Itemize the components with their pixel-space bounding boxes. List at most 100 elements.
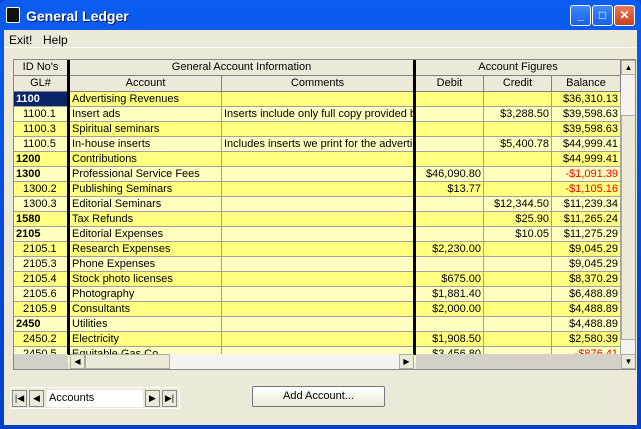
- cell-debit[interactable]: [416, 197, 484, 212]
- scroll-up-icon[interactable]: ▲: [621, 60, 635, 75]
- vertical-scrollbar[interactable]: ▲ ▼: [621, 60, 635, 369]
- cell-debit[interactable]: [416, 92, 484, 107]
- table-row[interactable]: 1200 Contributions $44,999.41: [14, 152, 621, 167]
- table-row[interactable]: 2105.3 Phone Expenses $9,045.29: [14, 257, 621, 272]
- cell-gl[interactable]: 1300.3: [14, 197, 68, 212]
- cell-comments[interactable]: [222, 182, 414, 197]
- cell-gl[interactable]: 1200: [14, 152, 68, 167]
- column-header-account[interactable]: Account: [70, 76, 222, 92]
- cell-balance[interactable]: $11,265.24: [552, 212, 621, 227]
- cell-balance[interactable]: $9,045.29: [552, 242, 621, 257]
- cell-debit[interactable]: [416, 227, 484, 242]
- cell-debit[interactable]: [416, 212, 484, 227]
- cell-gl[interactable]: 1100: [14, 92, 68, 107]
- cell-account[interactable]: In-house inserts: [70, 137, 222, 152]
- cell-credit[interactable]: [484, 242, 552, 257]
- cell-comments[interactable]: [222, 227, 414, 242]
- table-row[interactable]: 1300.2 Publishing Seminars $13.77 -$1,105.1…: [14, 182, 621, 197]
- cell-debit[interactable]: [416, 107, 484, 122]
- scroll-left-icon[interactable]: ◀: [70, 354, 85, 369]
- prev-record-icon[interactable]: ◀: [29, 390, 44, 407]
- cell-gl[interactable]: 1300.2: [14, 182, 68, 197]
- cell-debit[interactable]: $2,000.00: [416, 302, 484, 317]
- cell-gl[interactable]: 1300: [14, 167, 68, 182]
- table-row[interactable]: 1100.1 Insert ads Inserts include only ful…: [14, 107, 621, 122]
- cell-account[interactable]: Insert ads: [70, 107, 222, 122]
- horizontal-scrollbar-left[interactable]: ◀ ▶: [70, 354, 414, 369]
- cell-comments[interactable]: Includes inserts we print for the advert…: [222, 137, 414, 152]
- cell-balance[interactable]: $6,488.89: [552, 287, 621, 302]
- cell-account[interactable]: Professional Service Fees: [70, 167, 222, 182]
- scroll-thumb[interactable]: [85, 354, 170, 369]
- cell-debit[interactable]: [416, 317, 484, 332]
- column-header-gl[interactable]: GL#: [14, 76, 68, 92]
- cell-gl[interactable]: 2105.9: [14, 302, 68, 317]
- cell-balance[interactable]: $8,370.29: [552, 272, 621, 287]
- table-row[interactable]: 2450.2 Electricity $1,908.50 $2,580.39: [14, 332, 621, 347]
- cell-account[interactable]: Spiritual seminars: [70, 122, 222, 137]
- cell-account[interactable]: Editorial Seminars: [70, 197, 222, 212]
- cell-gl[interactable]: 2450.2: [14, 332, 68, 347]
- scroll-down-icon[interactable]: ▼: [621, 354, 635, 369]
- cell-credit[interactable]: [484, 257, 552, 272]
- cell-debit[interactable]: $46,090.80: [416, 167, 484, 182]
- cell-credit[interactable]: $25.90: [484, 212, 552, 227]
- cell-balance[interactable]: $39,598.63: [552, 122, 621, 137]
- cell-balance[interactable]: $44,999.41: [552, 152, 621, 167]
- cell-credit[interactable]: [484, 182, 552, 197]
- cell-gl[interactable]: 2105.6: [14, 287, 68, 302]
- cell-gl[interactable]: 2105: [14, 227, 68, 242]
- menu-exit[interactable]: Exit!: [9, 33, 32, 47]
- cell-credit[interactable]: [484, 287, 552, 302]
- menu-help[interactable]: Help: [43, 33, 68, 47]
- cell-comments[interactable]: [222, 332, 414, 347]
- cell-account[interactable]: Stock photo licenses: [70, 272, 222, 287]
- horizontal-scrollbar-right[interactable]: [416, 354, 621, 369]
- cell-comments[interactable]: [222, 197, 414, 212]
- cell-comments[interactable]: Inserts include only full copy provided …: [222, 107, 414, 122]
- cell-gl[interactable]: 2105.1: [14, 242, 68, 257]
- cell-balance[interactable]: $36,310.13: [552, 92, 621, 107]
- table-row[interactable]: 2105.4 Stock photo licenses $675.00 $8,370.…: [14, 272, 621, 287]
- cell-balance[interactable]: -$1,091.39: [552, 167, 621, 182]
- scroll-right-icon[interactable]: ▶: [399, 354, 414, 369]
- cell-credit[interactable]: [484, 272, 552, 287]
- last-record-icon[interactable]: ▶|: [162, 390, 177, 407]
- cell-comments[interactable]: [222, 317, 414, 332]
- close-button[interactable]: ✕: [614, 5, 635, 26]
- cell-credit[interactable]: [484, 332, 552, 347]
- cell-gl[interactable]: 1100.5: [14, 137, 68, 152]
- cell-debit[interactable]: [416, 137, 484, 152]
- cell-credit[interactable]: [484, 302, 552, 317]
- cell-debit[interactable]: $13.77: [416, 182, 484, 197]
- cell-comments[interactable]: [222, 122, 414, 137]
- cell-comments[interactable]: [222, 272, 414, 287]
- cell-gl[interactable]: 2105.4: [14, 272, 68, 287]
- cell-gl[interactable]: 1580: [14, 212, 68, 227]
- table-row[interactable]: 1100.3 Spiritual seminars $39,598.63: [14, 122, 621, 137]
- cell-account[interactable]: Contributions: [70, 152, 222, 167]
- cell-account[interactable]: Research Expenses: [70, 242, 222, 257]
- cell-account[interactable]: Electricity: [70, 332, 222, 347]
- vscroll-thumb[interactable]: [621, 115, 635, 340]
- column-header-debit[interactable]: Debit: [416, 76, 484, 92]
- table-row[interactable]: 1100 Advertising Revenues $36,310.13: [14, 92, 621, 107]
- cell-credit[interactable]: [484, 167, 552, 182]
- cell-debit[interactable]: [416, 152, 484, 167]
- cell-account[interactable]: Consultants: [70, 302, 222, 317]
- column-header-credit[interactable]: Credit: [484, 76, 552, 92]
- table-row[interactable]: 2450 Utilities $4,488.89: [14, 317, 621, 332]
- table-row[interactable]: 2105.1 Research Expenses $2,230.00 $9,045.2…: [14, 242, 621, 257]
- column-header-balance[interactable]: Balance: [552, 76, 621, 92]
- cell-balance[interactable]: $4,488.89: [552, 302, 621, 317]
- cell-debit[interactable]: $675.00: [416, 272, 484, 287]
- next-record-icon[interactable]: ▶: [145, 390, 160, 407]
- table-row[interactable]: 2105 Editorial Expenses $10.05 $11,275.29: [14, 227, 621, 242]
- cell-comments[interactable]: [222, 152, 414, 167]
- cell-account[interactable]: Advertising Revenues: [70, 92, 222, 107]
- cell-credit[interactable]: $3,288.50: [484, 107, 552, 122]
- cell-debit[interactable]: $1,881.40: [416, 287, 484, 302]
- table-row[interactable]: 1100.5 In-house inserts Includes inserts w…: [14, 137, 621, 152]
- cell-credit[interactable]: [484, 92, 552, 107]
- cell-comments[interactable]: [222, 92, 414, 107]
